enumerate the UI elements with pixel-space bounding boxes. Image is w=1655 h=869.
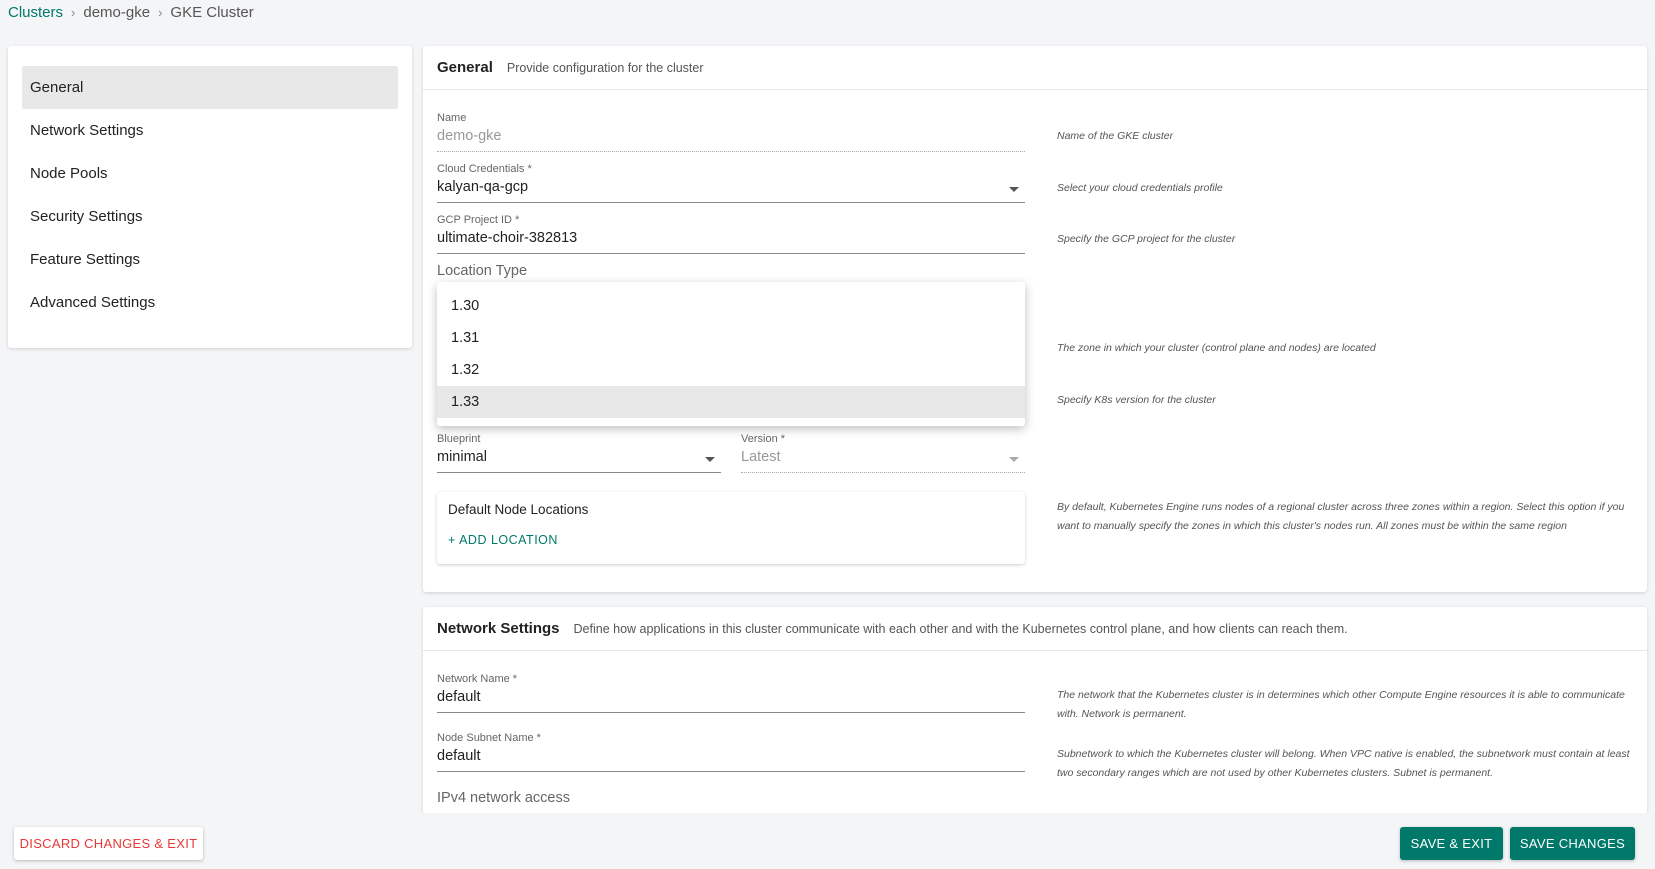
cloud-credentials-help: Select your cloud credentials profile: [1057, 182, 1223, 194]
general-section-description: Provide configuration for the cluster: [506, 60, 704, 75]
sidebar-item-feature-settings[interactable]: Feature Settings: [22, 238, 398, 281]
chevron-down-icon: [1009, 457, 1019, 462]
breadcrumb-separator: ›: [158, 5, 163, 20]
zone-help: The zone in which your cluster (control …: [1057, 342, 1376, 354]
network-section-title: Network Settings: [437, 620, 560, 637]
blueprint-field[interactable]: Blueprint minimal: [437, 433, 721, 473]
gcp-project-id-input[interactable]: ultimate-choir-382813: [437, 230, 1025, 254]
node-locations-help: By default, Kubernetes Engine runs nodes…: [1057, 501, 1625, 532]
discard-changes-button[interactable]: DISCARD CHANGES & EXIT: [14, 827, 203, 860]
sidebar-item-general[interactable]: General: [22, 66, 398, 109]
save-changes-button[interactable]: SAVE CHANGES: [1510, 827, 1635, 860]
breadcrumb: Clusters › demo-gke › GKE Cluster: [8, 4, 254, 21]
node-subnet-help: Subnetwork to which the Kubernetes clust…: [1057, 748, 1630, 779]
network-name-help: The network that the Kubernetes cluster …: [1057, 689, 1625, 720]
node-subnet-field[interactable]: Node Subnet Name * default: [437, 732, 1025, 772]
breadcrumb-clusters-link[interactable]: Clusters: [8, 4, 63, 21]
network-name-label: Network Name *: [437, 673, 518, 685]
blueprint-label: Blueprint: [437, 433, 481, 445]
breadcrumb-cluster-name: demo-gke: [83, 4, 151, 21]
sidebar-item-security-settings[interactable]: Security Settings: [22, 195, 398, 238]
cloud-credentials-field[interactable]: Cloud Credentials * kalyan-qa-gcp: [437, 163, 1025, 203]
node-subnet-input[interactable]: default: [437, 748, 1025, 772]
blueprint-value: minimal: [437, 449, 487, 465]
breadcrumb-separator: ›: [71, 5, 76, 20]
network-section-header: Network Settings Define how applications…: [423, 607, 1647, 651]
save-and-exit-button[interactable]: SAVE & EXIT: [1400, 827, 1503, 860]
network-section-description: Define how applications in this cluster …: [573, 621, 1348, 636]
location-type-label: Location Type: [437, 263, 528, 279]
k8s-version-help: Specify K8s version for the cluster: [1057, 394, 1216, 406]
gcp-project-id-label: GCP Project ID *: [437, 214, 520, 226]
cluster-name-field: Name demo-gke: [437, 112, 1025, 152]
gcp-project-id-help: Specify the GCP project for the cluster: [1057, 233, 1236, 245]
blueprint-version-value: Latest: [741, 449, 781, 465]
cluster-name-label: Name: [437, 112, 467, 124]
sidebar-item-node-pools[interactable]: Node Pools: [22, 152, 398, 195]
blueprint-version-select: Latest: [741, 449, 1025, 473]
network-name-field[interactable]: Network Name * default: [437, 673, 1025, 713]
sidebar-item-network-settings[interactable]: Network Settings: [22, 109, 398, 152]
k8s-version-dropdown-menu: 1.30 1.31 1.32 1.33: [437, 282, 1025, 426]
version-option-1-30[interactable]: 1.30: [437, 290, 1025, 322]
version-option-1-32[interactable]: 1.32: [437, 354, 1025, 386]
general-section-title: General: [437, 59, 493, 76]
chevron-down-icon[interactable]: [705, 457, 715, 462]
blueprint-version-label: Version *: [741, 433, 786, 445]
footer-action-bar: DISCARD CHANGES & EXIT SAVE & EXIT SAVE …: [0, 813, 1655, 869]
default-node-locations-title: Default Node Locations: [448, 502, 589, 517]
cloud-credentials-value: kalyan-qa-gcp: [437, 179, 529, 195]
ipv4-network-access-label: IPv4 network access: [437, 790, 570, 806]
breadcrumb-current: GKE Cluster: [170, 4, 254, 21]
sidebar-item-advanced-settings[interactable]: Advanced Settings: [22, 281, 398, 324]
version-option-1-31[interactable]: 1.31: [437, 322, 1025, 354]
general-section-header: General Provide configuration for the cl…: [423, 46, 1647, 90]
blueprint-select[interactable]: minimal: [437, 449, 721, 473]
cluster-name-value: demo-gke: [437, 128, 1025, 152]
network-name-input[interactable]: default: [437, 689, 1025, 713]
add-location-button[interactable]: + ADD LOCATION: [448, 533, 558, 547]
blueprint-version-field: Version * Latest: [741, 433, 1025, 473]
chevron-down-icon[interactable]: [1009, 187, 1019, 192]
cluster-name-help: Name of the GKE cluster: [1057, 130, 1174, 142]
cloud-credentials-select[interactable]: kalyan-qa-gcp: [437, 179, 1025, 203]
settings-sidebar: General Network Settings Node Pools Secu…: [8, 46, 412, 348]
gcp-project-id-field[interactable]: GCP Project ID * ultimate-choir-382813: [437, 214, 1025, 254]
version-option-1-33[interactable]: 1.33: [437, 386, 1025, 418]
node-subnet-label: Node Subnet Name *: [437, 732, 541, 744]
cloud-credentials-label: Cloud Credentials *: [437, 163, 532, 175]
default-node-locations-panel: Default Node Locations + ADD LOCATION: [437, 492, 1025, 564]
